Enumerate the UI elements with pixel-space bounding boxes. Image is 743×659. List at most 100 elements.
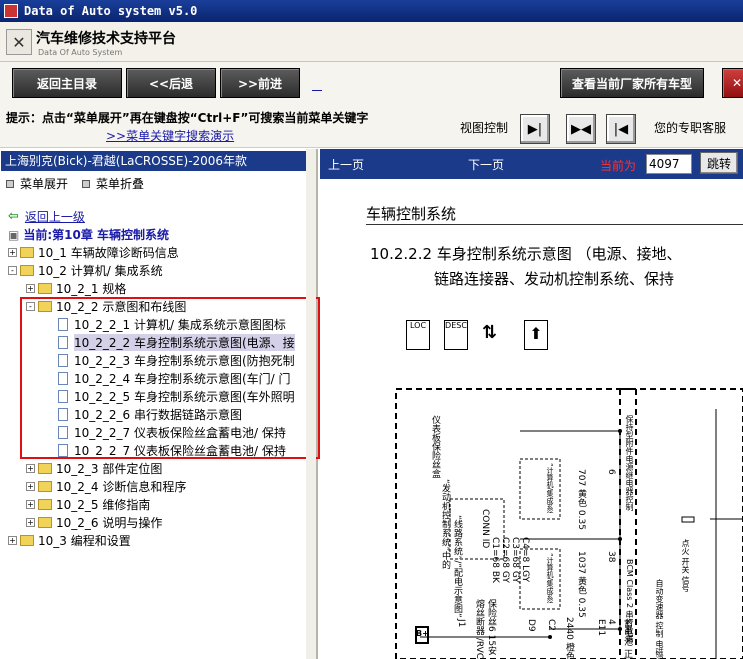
expand-toggle-icon[interactable]: +: [26, 481, 35, 491]
expand-toggle-icon[interactable]: +: [8, 247, 17, 257]
diagram-text: 1037 黄色 0.35: [576, 551, 586, 618]
diagram-text: J1: [456, 619, 466, 628]
expand-toggle-icon[interactable]: +: [26, 463, 35, 473]
green-arrow-icon: ⇦: [8, 209, 19, 224]
tree-node[interactable]: +10_2_3 部件定位图: [26, 459, 162, 477]
wiring-diagram: [395, 388, 743, 659]
hint-text: 提示：点击“菜单展开”再在键盘按“Ctrl+F”可搜索当前菜单关键字: [6, 111, 369, 125]
brand-title: 汽车维修技术支持平台: [36, 31, 176, 47]
tree-node[interactable]: +10_1 车辆故障诊断码信息: [8, 243, 179, 261]
expand-toggle-icon[interactable]: +: [8, 535, 17, 545]
app-icon: [4, 4, 18, 18]
diagram-text: 自动变速器 控制 电磁阀 电源: [655, 579, 664, 659]
tree-node[interactable]: - 10_2 计算机/ 集成系统: [8, 261, 163, 279]
diagram-text: 熔丝断器 /RVC: [474, 599, 484, 659]
tree-node-label: 10_1 车辆故障诊断码信息: [38, 245, 179, 260]
document-viewer: 车辆控制系统 10.2.2.2 车身控制系统示意图 （电源、接地、 链路连接器、…: [320, 179, 743, 659]
expand-toggle-icon[interactable]: +: [26, 517, 35, 527]
doc-heading: 车辆控制系统: [366, 205, 457, 223]
tree-node[interactable]: +10_3 编程和设置: [8, 531, 131, 549]
folder-icon: [38, 282, 52, 294]
diagram-text: CONN ID: [480, 509, 490, 549]
expand-toggle-icon[interactable]: +: [26, 499, 35, 509]
diagram-text: C2=68 GY: [500, 537, 510, 583]
split-view-icon[interactable]: ▶◀: [566, 114, 596, 144]
tree-scrollbar[interactable]: [306, 149, 316, 659]
expand-right-icon[interactable]: ▶|: [520, 114, 550, 144]
expand-toggle-icon[interactable]: +: [26, 283, 35, 293]
current-chapter: ▣ 当前:第10章 车辆控制系统: [8, 226, 169, 243]
back-button[interactable]: <<后退: [126, 68, 216, 98]
diagram-text: “线路系统”/“配电示意图”: [452, 515, 462, 618]
menu-expand-label: 菜单展开: [20, 177, 69, 191]
doc-subheading-continued: 链路连接器、发动机控制系统、保持: [434, 270, 675, 288]
service-arrows-icon: ⇅: [482, 322, 498, 343]
diagram-text: E11: [596, 619, 606, 637]
diagram-text: D9: [526, 619, 536, 632]
folder-icon: [38, 498, 52, 510]
brand-subtitle: Data Of Auto System: [38, 48, 123, 57]
diagram-text: B+: [416, 629, 429, 638]
nav-link-underline: [312, 90, 322, 91]
tree-node-label: 10_2_4 诊断信息和程序: [56, 479, 187, 494]
prev-page-button[interactable]: 上一页: [328, 156, 364, 173]
page-number-input[interactable]: 4097: [646, 154, 692, 174]
folder-icon: [20, 534, 34, 546]
diagram-text: C2: [546, 619, 556, 632]
diagram-text: 2440 橙色 0.8: [564, 617, 574, 659]
collapse-square-icon: [82, 179, 91, 188]
folder-icon: [20, 246, 34, 258]
window-title: Data of Auto system v5.0: [24, 4, 198, 18]
brand-header: ✕ 汽车维修技术支持平台 Data Of Auto System: [0, 22, 743, 62]
collapse-toggle-icon[interactable]: -: [8, 265, 17, 275]
tree-node[interactable]: +10_2_4 诊断信息和程序: [26, 477, 186, 495]
location-icon: LOC: [406, 320, 430, 350]
expand-square-icon: [6, 179, 14, 188]
diagram-text: 38: [606, 551, 616, 563]
diagram-text: 仪表板保险丝盒: [430, 415, 440, 478]
tree-node-label: 10_2_1 规格: [56, 281, 127, 296]
diagram-text: 保持型附件电源继电器控制: [625, 415, 634, 511]
folder-open-icon: [20, 264, 34, 276]
tree-node-label: 10_2 计算机/ 集成系统: [38, 263, 163, 278]
navigation-bar: 返回主目录 <<后退 >>前进 查看当前厂家所有车型 ✕: [0, 62, 743, 106]
tree-node[interactable]: +10_2_5 维修指南: [26, 495, 150, 513]
all-models-button[interactable]: 查看当前厂家所有车型: [560, 68, 704, 98]
tree-node-label: 10_2_6 说明与操作: [56, 515, 163, 530]
window-title-bar: Data of Auto system v5.0: [0, 0, 743, 22]
view-control-label: 视图控制: [460, 121, 509, 135]
home-button[interactable]: 返回主目录: [12, 68, 122, 98]
folder-icon: [38, 516, 52, 528]
next-page-button[interactable]: 下一页: [468, 156, 504, 173]
diagram-text: 点火 开关 信号: [681, 539, 690, 593]
computer-icon: ▣: [8, 227, 20, 242]
current-page-label: 当前为: [600, 159, 637, 173]
back-up-label: 返回上一级: [24, 210, 85, 224]
forward-button[interactable]: >>前进: [220, 68, 300, 98]
menu-collapse-label: 菜单折叠: [96, 177, 145, 191]
menu-expand-button[interactable]: 菜单展开: [6, 175, 68, 192]
diagram-text: 6: [606, 469, 616, 475]
diagram-text: “计算机/集成系统”中的“数据链路连接器”示意图: [524, 553, 554, 603]
tree-node-label: 10_2_5 维修指南: [56, 497, 151, 512]
menu-collapse-button[interactable]: 菜单折叠: [82, 175, 144, 192]
expand-left-icon[interactable]: |◀: [606, 114, 636, 144]
diagram-text: 707 黄色 0.35: [576, 469, 586, 530]
heading-rule: [366, 224, 743, 225]
tree-node[interactable]: +10_2_1 规格: [26, 279, 126, 297]
back-up-link[interactable]: ⇦ 返回上一级: [8, 208, 85, 225]
folder-icon: [38, 480, 52, 492]
search-demo-link[interactable]: >>菜单关键字搜索演示: [106, 127, 234, 144]
folder-icon: [38, 462, 52, 474]
tools-logo-icon: ✕: [6, 29, 32, 55]
tree-operations: 菜单展开 菜单折叠: [6, 175, 144, 192]
jump-button[interactable]: 跳转: [700, 152, 738, 174]
close-icon[interactable]: ✕: [722, 68, 743, 98]
customer-service-label[interactable]: 您的专职客服: [654, 119, 726, 136]
doc-subheading: 10.2.2.2 车身控制系统示意图 （电源、接地、: [370, 245, 682, 263]
diagram-text: 保险丝6 15安: [486, 599, 496, 656]
diagram-text: 4: [606, 619, 616, 625]
tree-node-label: 10_3 编程和设置: [38, 533, 131, 548]
diagram-text: C1=68 BK: [490, 537, 500, 583]
tree-node[interactable]: +10_2_6 说明与操作: [26, 513, 162, 531]
